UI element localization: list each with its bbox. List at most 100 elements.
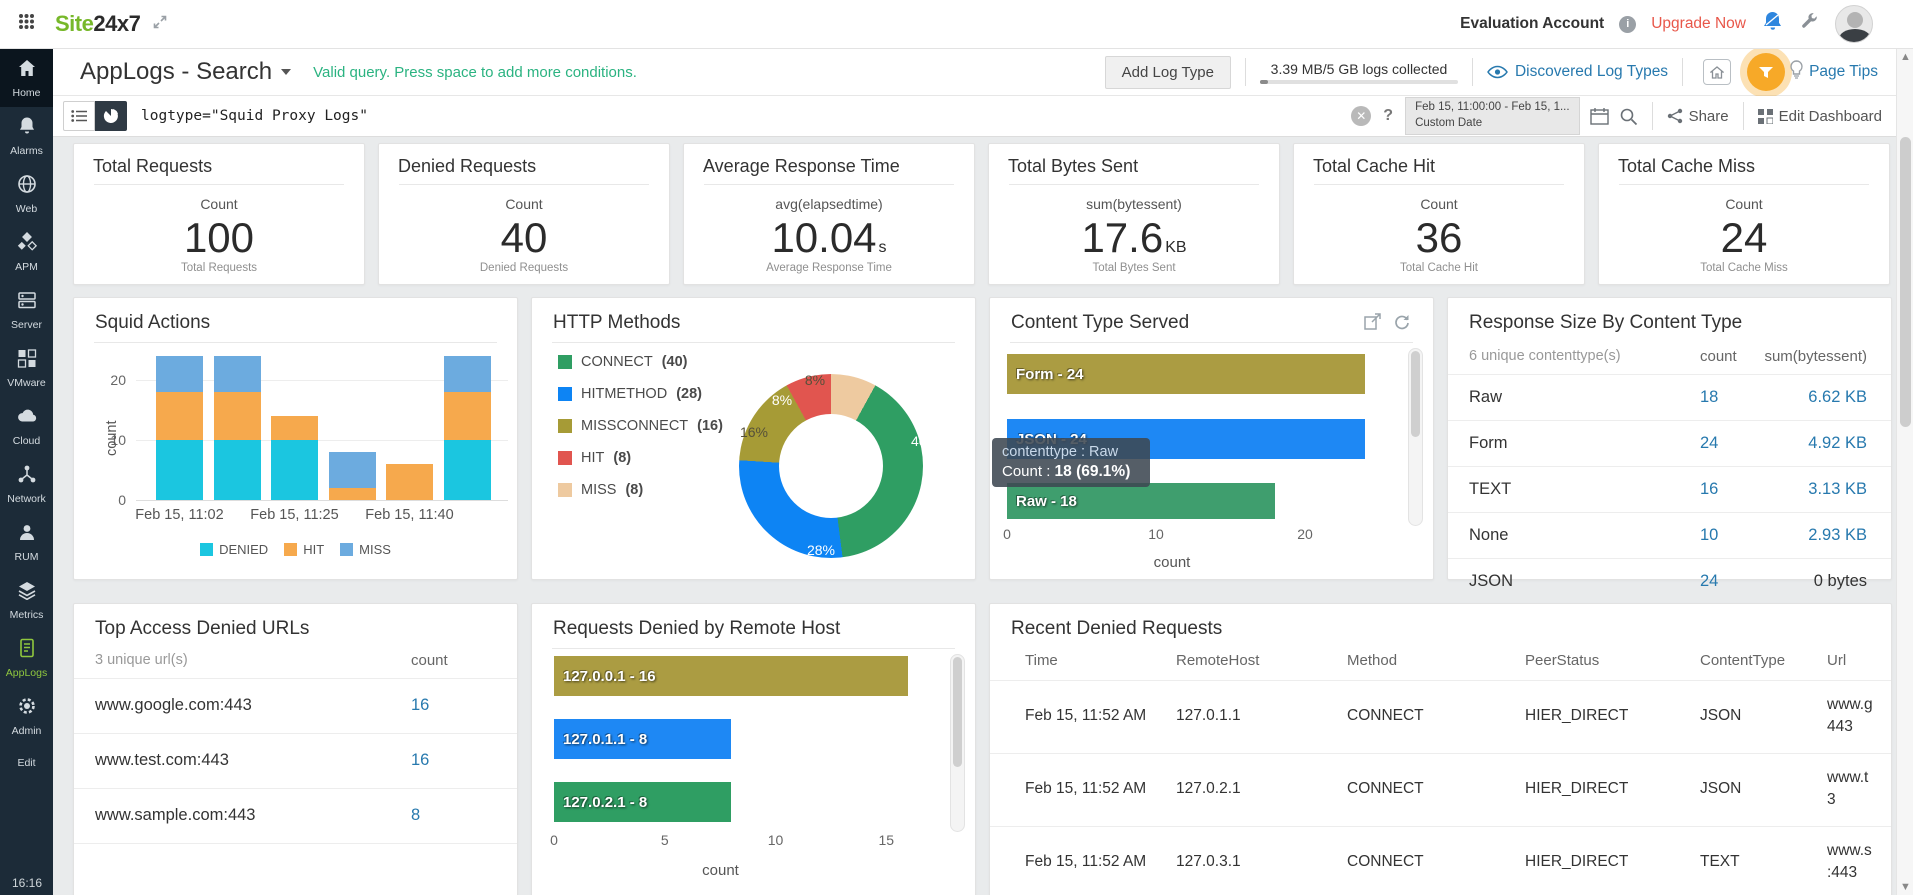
stacked-bar-segment-denied[interactable]: [156, 440, 203, 500]
stacked-bar-segment-denied[interactable]: [271, 440, 318, 500]
scroll-down-arrow[interactable]: ▼: [1897, 881, 1913, 893]
hbar-127.0.2.1[interactable]: 127.0.2.1 - 8: [554, 782, 731, 822]
table-cell-count[interactable]: 24: [1700, 572, 1718, 591]
stacked-bar-segment-hit[interactable]: [444, 392, 491, 440]
app-grid-icon[interactable]: [18, 13, 35, 35]
stat-unit: KB: [1165, 239, 1186, 256]
sidebar-item-metrics[interactable]: Metrics: [0, 571, 53, 629]
donut-legend-item-connect[interactable]: CONNECT (40): [558, 354, 688, 370]
site24x7-logo[interactable]: Site24x7: [55, 11, 140, 37]
page-scrollbar[interactable]: ▲ ▼: [1896, 49, 1913, 895]
sidebar-item-cloud[interactable]: Cloud: [0, 397, 53, 455]
sidebar-item-web[interactable]: Web: [0, 165, 53, 223]
add-log-type-button[interactable]: Add Log Type: [1105, 56, 1231, 89]
divider: [1619, 184, 1869, 185]
donut-slice-label-hitmethod: 28%: [807, 542, 835, 558]
discovered-log-types-link[interactable]: Discovered Log Types: [1487, 63, 1668, 81]
open-in-new-icon[interactable]: [1364, 313, 1381, 335]
sidebar-item-label: Server: [11, 319, 42, 331]
donut-legend-item-missconnect[interactable]: MISSCONNECT (16): [558, 418, 723, 434]
scrollbar-thumb[interactable]: [1900, 137, 1911, 427]
page-title[interactable]: AppLogs - Search: [80, 58, 272, 86]
query-toolbar: logtype="Squid Proxy Logs" ✕ ? Feb 15, 1…: [53, 96, 1896, 137]
stacked-bar-segment-hit[interactable]: [156, 392, 203, 440]
table-cell-count[interactable]: 18: [1700, 388, 1718, 407]
query-chart-mode-button[interactable]: [95, 101, 127, 131]
donut-legend-item-hitmethod[interactable]: HITMETHOD (28): [558, 386, 702, 402]
sidebar-item-applogs[interactable]: AppLogs: [0, 629, 53, 687]
sidebar-item-server[interactable]: Server: [0, 281, 53, 339]
expand-icon[interactable]: [152, 14, 168, 35]
stacked-bar-segment-denied[interactable]: [214, 440, 261, 500]
donut-slice-label-connect: 40%: [911, 433, 939, 449]
stacked-bar-segment-miss[interactable]: [329, 452, 376, 488]
chart-scrollbar-thumb[interactable]: [953, 657, 962, 767]
info-icon[interactable]: i: [1619, 16, 1636, 33]
tools-wrench-icon[interactable]: [1799, 11, 1820, 37]
divider: [552, 342, 955, 343]
donut-legend-item-hit[interactable]: HIT (8): [558, 450, 631, 466]
hbar-127.0.1.1[interactable]: 127.0.1.1 - 8: [554, 719, 731, 759]
user-avatar[interactable]: [1835, 5, 1873, 43]
stacked-bar-segment-miss[interactable]: [156, 356, 203, 392]
stacked-bar-segment-hit[interactable]: [329, 488, 376, 500]
table-cell-count[interactable]: 8: [411, 806, 420, 825]
stacked-bar-segment-hit[interactable]: [214, 392, 261, 440]
search-icon[interactable]: [1619, 107, 1638, 126]
share-button[interactable]: Share: [1667, 108, 1729, 125]
stacked-bar-segment-hit[interactable]: [271, 416, 318, 440]
legend-item-miss[interactable]: MISS: [340, 542, 391, 557]
table-cell-count[interactable]: 16: [411, 696, 429, 715]
stacked-bar-segment-miss[interactable]: [444, 356, 491, 392]
chart-scrollbar[interactable]: [1408, 348, 1423, 526]
refresh-icon[interactable]: [1393, 313, 1411, 335]
query-help-icon[interactable]: ?: [1383, 107, 1393, 125]
chart-scrollbar-thumb[interactable]: [1411, 351, 1420, 437]
table-cell-count[interactable]: 16: [411, 751, 429, 770]
table-cell-count[interactable]: 10: [1700, 526, 1718, 545]
column-header-method: Method: [1347, 652, 1397, 669]
sidebar-item-edit[interactable]: Edit: [0, 745, 53, 781]
stacked-bar-segment-miss[interactable]: [214, 356, 261, 392]
stacked-bar-segment-hit[interactable]: [386, 464, 433, 500]
sidebar-item-apm[interactable]: APM: [0, 223, 53, 281]
sidebar-item-admin[interactable]: Admin: [0, 687, 53, 745]
legend-item-denied[interactable]: DENIED: [200, 542, 268, 557]
sidebar-item-home[interactable]: Home: [0, 49, 53, 107]
edit-dashboard-button[interactable]: Edit Dashboard: [1758, 108, 1882, 125]
table-cell-name: Raw: [1469, 388, 1502, 407]
sidebar-item-rum[interactable]: RUM: [0, 513, 53, 571]
sidebar-item-network[interactable]: Network: [0, 455, 53, 513]
sidebar-item-vmware[interactable]: VMware: [0, 339, 53, 397]
hbar-form[interactable]: Form - 24: [1007, 354, 1365, 394]
page-tips-link[interactable]: Page Tips: [1809, 63, 1878, 81]
table-cell-size[interactable]: 2.93 KB: [1808, 526, 1867, 545]
donut-legend-item-miss[interactable]: MISS (8): [558, 482, 643, 498]
table-cell-size[interactable]: 3.13 KB: [1808, 480, 1867, 499]
legend-item-hit[interactable]: HIT: [284, 542, 324, 557]
upgrade-now-link[interactable]: Upgrade Now: [1651, 15, 1746, 33]
hbar-raw[interactable]: Raw - 18: [1007, 483, 1275, 519]
column-header-sum: sum(bytessent): [1764, 348, 1867, 365]
clear-query-icon[interactable]: ✕: [1351, 106, 1371, 126]
table-cell-count[interactable]: 24: [1700, 434, 1718, 453]
chart-scrollbar[interactable]: [950, 654, 965, 832]
table-cell-count[interactable]: 16: [1700, 480, 1718, 499]
calendar-icon[interactable]: [1590, 107, 1609, 125]
table-cell-size[interactable]: 6.62 KB: [1808, 388, 1867, 407]
sidebar-item-label: Admin: [12, 725, 42, 737]
divider: [1448, 512, 1891, 513]
screenshot-home-icon[interactable]: [1703, 59, 1731, 85]
page-tips-highlight-icon[interactable]: [1747, 53, 1785, 91]
scroll-up-arrow[interactable]: ▲: [1897, 51, 1913, 63]
search-query-input[interactable]: logtype="Squid Proxy Logs": [141, 108, 368, 124]
chevron-down-icon[interactable]: [281, 69, 291, 75]
query-list-mode-button[interactable]: [63, 101, 95, 131]
sidebar-item-alarms[interactable]: Alarms: [0, 107, 53, 165]
notifications-bell-icon[interactable]: [1761, 10, 1784, 38]
hbar-127.0.0.1[interactable]: 127.0.0.1 - 16: [554, 656, 908, 696]
donut-chart[interactable]: 8%40%28%16%8%: [739, 374, 923, 558]
table-cell-size[interactable]: 4.92 KB: [1808, 434, 1867, 453]
stacked-bar-segment-denied[interactable]: [444, 440, 491, 500]
date-range-picker[interactable]: Feb 15, 11:00:00 - Feb 15, 1... Custom D…: [1405, 97, 1580, 134]
